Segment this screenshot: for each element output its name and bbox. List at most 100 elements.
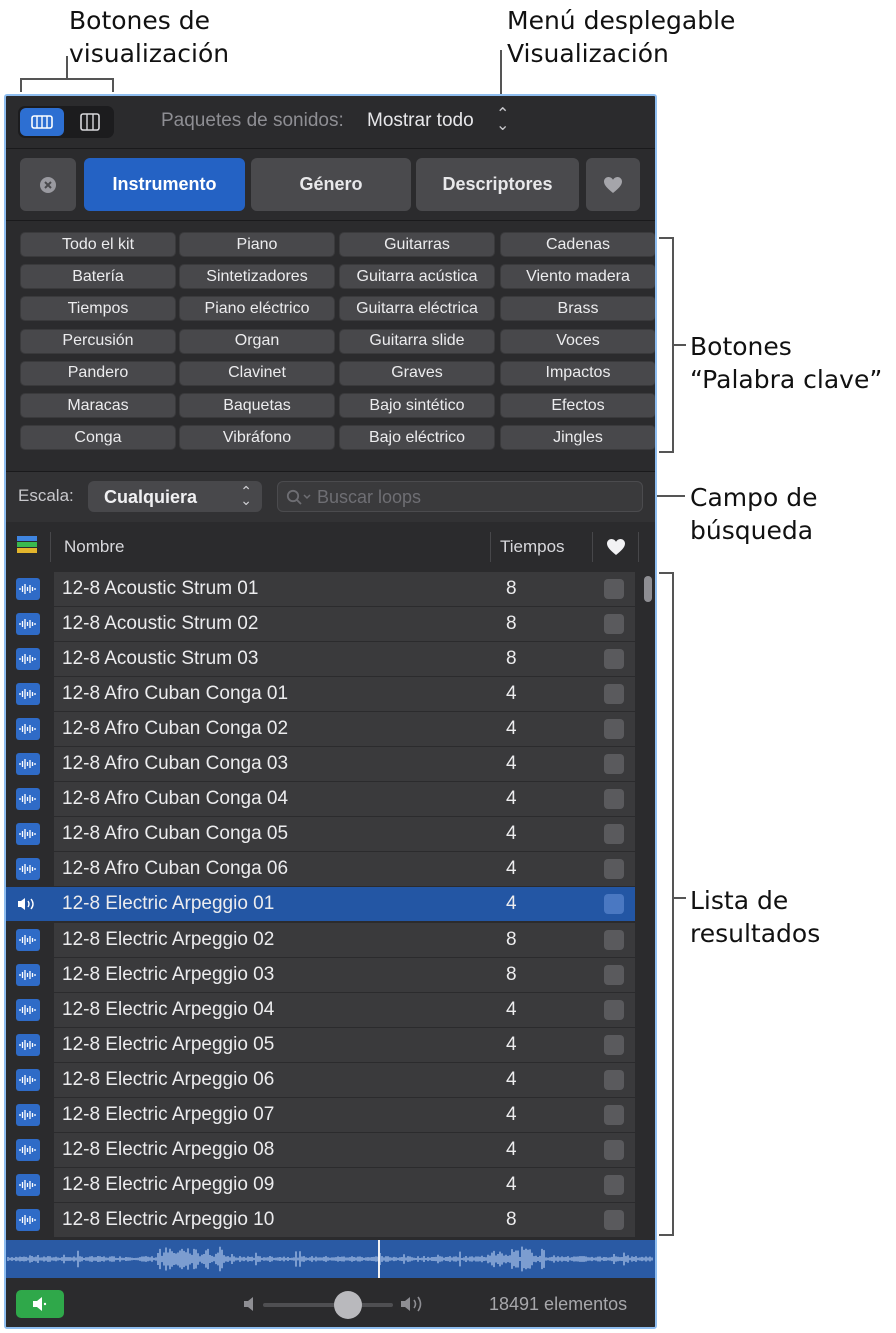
table-row[interactable]: 12-8 Electric Arpeggio 08 4 (6, 1132, 655, 1168)
favorite-checkbox[interactable] (604, 719, 624, 740)
table-row[interactable]: 12-8 Afro Cuban Conga 05 4 (6, 817, 655, 852)
keyword-button[interactable]: Voces (500, 328, 655, 354)
view-rows-icon (31, 115, 53, 129)
keyword-button[interactable]: Piano eléctrico (179, 296, 335, 322)
sound-packs-menu[interactable]: Mostrar todo (367, 110, 474, 132)
table-row[interactable]: 12-8 Electric Arpeggio 05 4 (6, 1027, 655, 1063)
waveform-icon (16, 963, 40, 986)
favorite-checkbox[interactable] (604, 999, 624, 1020)
keyword-button[interactable]: Viento madera (500, 264, 655, 290)
column-divider (50, 532, 51, 562)
callout-line-2: “Palabra clave” (690, 365, 883, 394)
keyword-button[interactable]: Jingles (500, 425, 655, 451)
keyword-button[interactable]: Sintetizadores (179, 264, 335, 290)
table-row[interactable]: 12-8 Afro Cuban Conga 02 4 (6, 712, 655, 747)
keyword-button[interactable]: Vibráfono (179, 425, 335, 451)
table-row[interactable]: 12-8 Electric Arpeggio 09 4 (6, 1167, 655, 1203)
favorite-checkbox[interactable] (604, 789, 624, 810)
playhead[interactable] (378, 1240, 380, 1278)
table-row[interactable]: 12-8 Acoustic Strum 03 8 (6, 642, 655, 677)
keyword-button[interactable]: Piano (179, 232, 335, 257)
view-buttons (18, 106, 114, 138)
waveform-preview[interactable] (6, 1240, 655, 1278)
favorite-checkbox[interactable] (604, 929, 624, 950)
favorite-checkbox[interactable] (604, 859, 624, 880)
favorite-checkbox[interactable] (604, 1209, 624, 1230)
favorite-checkbox[interactable] (604, 1174, 624, 1195)
keyword-button[interactable]: Guitarras (339, 232, 495, 257)
table-row[interactable]: 12-8 Acoustic Strum 02 8 (6, 607, 655, 642)
keyword-button[interactable]: Guitarra slide (339, 328, 495, 354)
keyword-button[interactable]: Brass (500, 296, 655, 322)
favorite-checkbox[interactable] (604, 754, 624, 775)
keyword-button[interactable]: Conga (20, 425, 176, 451)
table-row[interactable]: 12-8 Electric Arpeggio 07 4 (6, 1097, 655, 1133)
favorite-checkbox[interactable] (604, 614, 624, 635)
keyword-button[interactable]: Bajo eléctrico (339, 425, 495, 451)
favorites-tab[interactable] (586, 158, 640, 211)
table-row[interactable]: 12-8 Electric Arpeggio 02 8 (6, 922, 655, 958)
table-row[interactable]: 12-8 Electric Arpeggio 01 4 (6, 887, 655, 922)
callout-view-buttons: Botones de visualización (69, 4, 229, 70)
keyword-button[interactable]: Efectos (500, 393, 655, 418)
favorite-checkbox[interactable] (604, 1069, 624, 1090)
keyword-button[interactable]: Percusión (20, 328, 176, 354)
table-row[interactable]: 12-8 Electric Arpeggio 10 8 (6, 1202, 655, 1238)
color-stripes-icon[interactable] (17, 536, 37, 554)
clear-button[interactable] (20, 158, 76, 211)
keyword-button[interactable]: Organ (179, 328, 335, 354)
waveform-icon (16, 1173, 40, 1196)
table-row[interactable]: 12-8 Electric Arpeggio 03 8 (6, 957, 655, 993)
column-beats[interactable]: Tiempos (500, 537, 565, 557)
favorite-checkbox[interactable] (604, 1034, 624, 1055)
table-row[interactable]: 12-8 Afro Cuban Conga 04 4 (6, 782, 655, 817)
table-row[interactable]: 12-8 Acoustic Strum 01 8 (6, 572, 655, 607)
favorite-checkbox[interactable] (604, 824, 624, 845)
volume-slider[interactable] (263, 1303, 393, 1307)
table-row[interactable]: 12-8 Electric Arpeggio 04 4 (6, 992, 655, 1028)
table-row[interactable]: 12-8 Afro Cuban Conga 03 4 (6, 747, 655, 782)
favorite-checkbox[interactable] (604, 684, 624, 705)
heart-icon[interactable] (606, 538, 626, 556)
volume-slider-knob[interactable] (334, 1291, 362, 1319)
scale-select[interactable]: Cualquiera ⌃ ⌄ (88, 481, 262, 512)
tab-genre[interactable]: Género (251, 158, 411, 211)
loop-beats: 4 (506, 788, 517, 810)
keyword-button[interactable]: Cadenas (500, 232, 655, 257)
search-input[interactable]: Buscar loops (277, 481, 643, 512)
keyword-button[interactable]: Batería (20, 264, 176, 290)
tab-instrument[interactable]: Instrumento (84, 158, 245, 211)
table-row[interactable]: 12-8 Afro Cuban Conga 06 4 (6, 852, 655, 887)
favorite-checkbox[interactable] (604, 1104, 624, 1125)
keyword-button[interactable]: Baquetas (179, 393, 335, 418)
table-row[interactable]: 12-8 Afro Cuban Conga 01 4 (6, 677, 655, 712)
keyword-button[interactable]: Graves (339, 360, 495, 386)
loop-beats: 8 (506, 928, 517, 950)
table-row[interactable]: 12-8 Electric Arpeggio 06 4 (6, 1062, 655, 1098)
favorite-checkbox[interactable] (604, 964, 624, 985)
column-divider (638, 532, 639, 562)
keyword-button[interactable]: Tiempos (20, 296, 176, 322)
favorite-checkbox[interactable] (604, 579, 624, 599)
tab-descriptors[interactable]: Descriptores (416, 158, 579, 211)
favorite-checkbox[interactable] (604, 894, 624, 915)
chevron-updown-icon[interactable]: ⌃ ⌄ (496, 107, 509, 134)
keyword-button[interactable]: Clavinet (179, 360, 335, 386)
keyword-button[interactable]: Maracas (20, 393, 176, 418)
favorite-checkbox[interactable] (604, 649, 624, 670)
view-columns-button[interactable] (68, 108, 112, 136)
keyword-button[interactable]: Todo el kit (20, 232, 176, 257)
favorite-checkbox[interactable] (604, 1139, 624, 1160)
keyword-button[interactable]: Bajo sintético (339, 393, 495, 418)
view-rows-button[interactable] (20, 108, 64, 136)
loop-name: 12-8 Afro Cuban Conga 01 (62, 683, 289, 705)
column-name[interactable]: Nombre (64, 537, 124, 557)
speaker-icon (16, 893, 40, 915)
results-list: 12-8 Acoustic Strum 01 8 12-8 Acoustic Str… (6, 570, 655, 1238)
keyword-button[interactable]: Pandero (20, 360, 176, 386)
keyword-button[interactable]: Impactos (500, 360, 655, 386)
preview-speaker-button[interactable] (16, 1290, 64, 1318)
keyword-button[interactable]: Guitarra eléctrica (339, 296, 495, 322)
loop-name: 12-8 Afro Cuban Conga 05 (62, 823, 289, 845)
keyword-button[interactable]: Guitarra acústica (339, 264, 495, 290)
